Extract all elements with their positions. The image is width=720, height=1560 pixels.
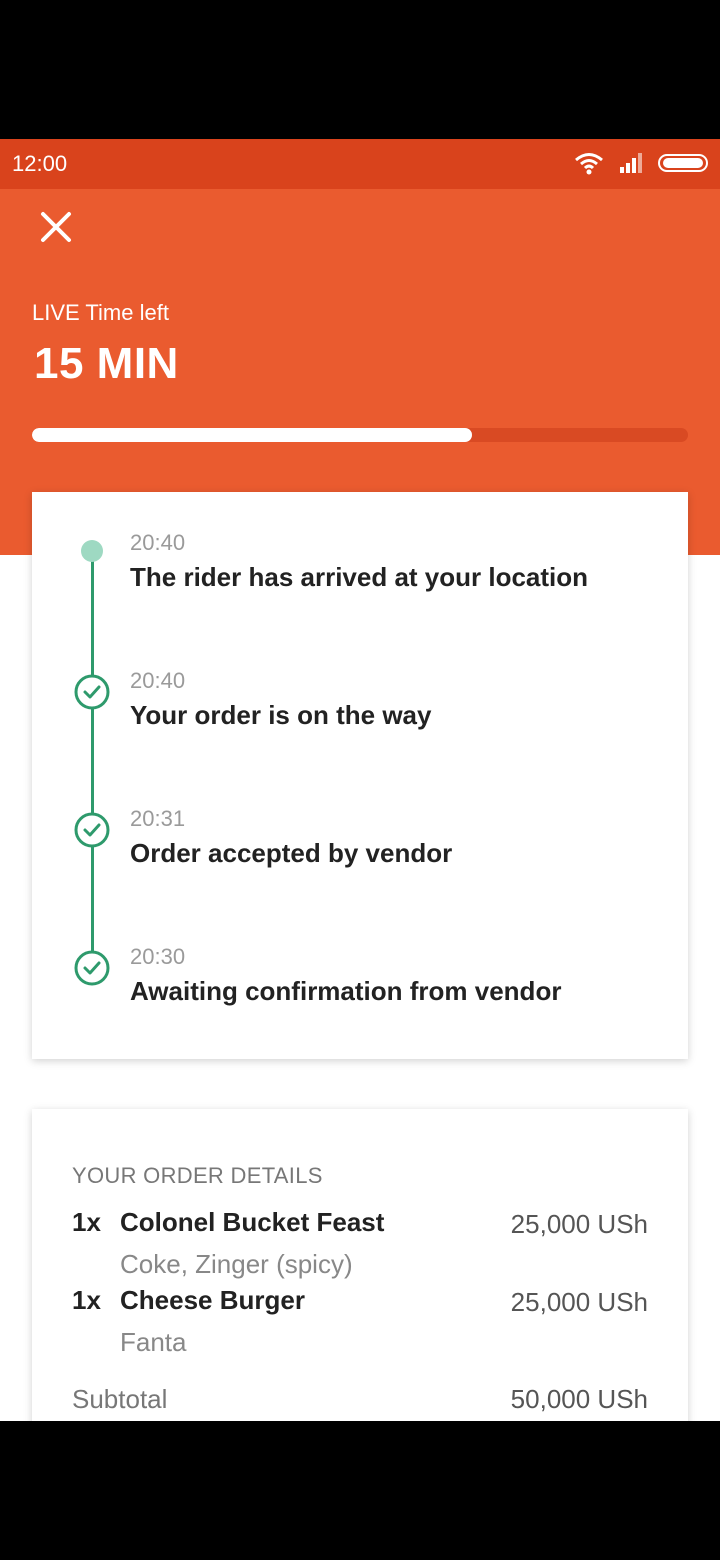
- timeline-item: 20:40 The rider has arrived at your loca…: [32, 530, 688, 620]
- timeline-item: 20:31 Order accepted by vendor: [32, 806, 688, 896]
- subtotal-label: Subtotal: [72, 1384, 168, 1414]
- timeline-time: 20:40: [130, 530, 186, 555]
- close-icon[interactable]: [36, 207, 76, 247]
- timeline-title: Your order is on the way: [130, 700, 432, 730]
- timeline-item: 20:30 Awaiting confirmation from vendor: [32, 944, 688, 1034]
- time-left-value: 15 MIN: [34, 339, 179, 388]
- item-name: Cheese Burger: [120, 1285, 305, 1315]
- item-price: 25,000 USh: [510, 1209, 648, 1239]
- timeline-time: 20:30: [130, 944, 186, 969]
- item-price: 25,000 USh: [510, 1287, 648, 1317]
- order-item: 1x Cheese Burger 25,000 USh Fanta: [72, 1285, 648, 1365]
- timeline-title: Order accepted by vendor: [130, 838, 453, 868]
- status-time: 12:00: [12, 151, 68, 176]
- item-options: Fanta: [120, 1327, 187, 1357]
- battery-icon: [658, 154, 708, 172]
- timeline-title: The rider has arrived at your location: [130, 562, 589, 592]
- current-status-dot: [81, 540, 103, 562]
- signal-icon: [620, 153, 642, 173]
- check-circle-icon: [74, 674, 110, 710]
- item-options: Coke, Zinger (spicy): [120, 1249, 353, 1279]
- check-circle-icon: [74, 812, 110, 848]
- delivery-progress-fill: [32, 428, 472, 442]
- item-quantity: 1x: [72, 1207, 101, 1237]
- timeline-item: 20:40 Your order is on the way: [32, 668, 688, 758]
- status-bar: 12:00: [0, 139, 720, 189]
- subtotal-value: 50,000 USh: [510, 1384, 648, 1414]
- item-quantity: 1x: [72, 1285, 101, 1315]
- order-details-heading: YOUR ORDER DETAILS: [72, 1163, 323, 1188]
- order-item: 1x Colonel Bucket Feast 25,000 USh Coke,…: [72, 1207, 648, 1287]
- status-icons: [574, 151, 708, 175]
- timeline-time: 20:40: [130, 668, 186, 693]
- timeline-time: 20:31: [130, 806, 186, 831]
- check-circle-icon: [74, 950, 110, 986]
- order-tracking-screen: 12:00 LIVE Time left 15 MIN 20:40 The ri…: [0, 139, 720, 1421]
- item-name: Colonel Bucket Feast: [120, 1207, 385, 1237]
- delivery-progress-bar: [32, 428, 688, 442]
- timeline-title: Awaiting confirmation from vendor: [130, 976, 562, 1006]
- live-time-left-label: LIVE Time left: [32, 300, 169, 325]
- order-details-card: YOUR ORDER DETAILS 1x Colonel Bucket Fea…: [32, 1109, 688, 1421]
- wifi-icon: [575, 153, 603, 175]
- order-status-timeline: 20:40 The rider has arrived at your loca…: [32, 492, 688, 1059]
